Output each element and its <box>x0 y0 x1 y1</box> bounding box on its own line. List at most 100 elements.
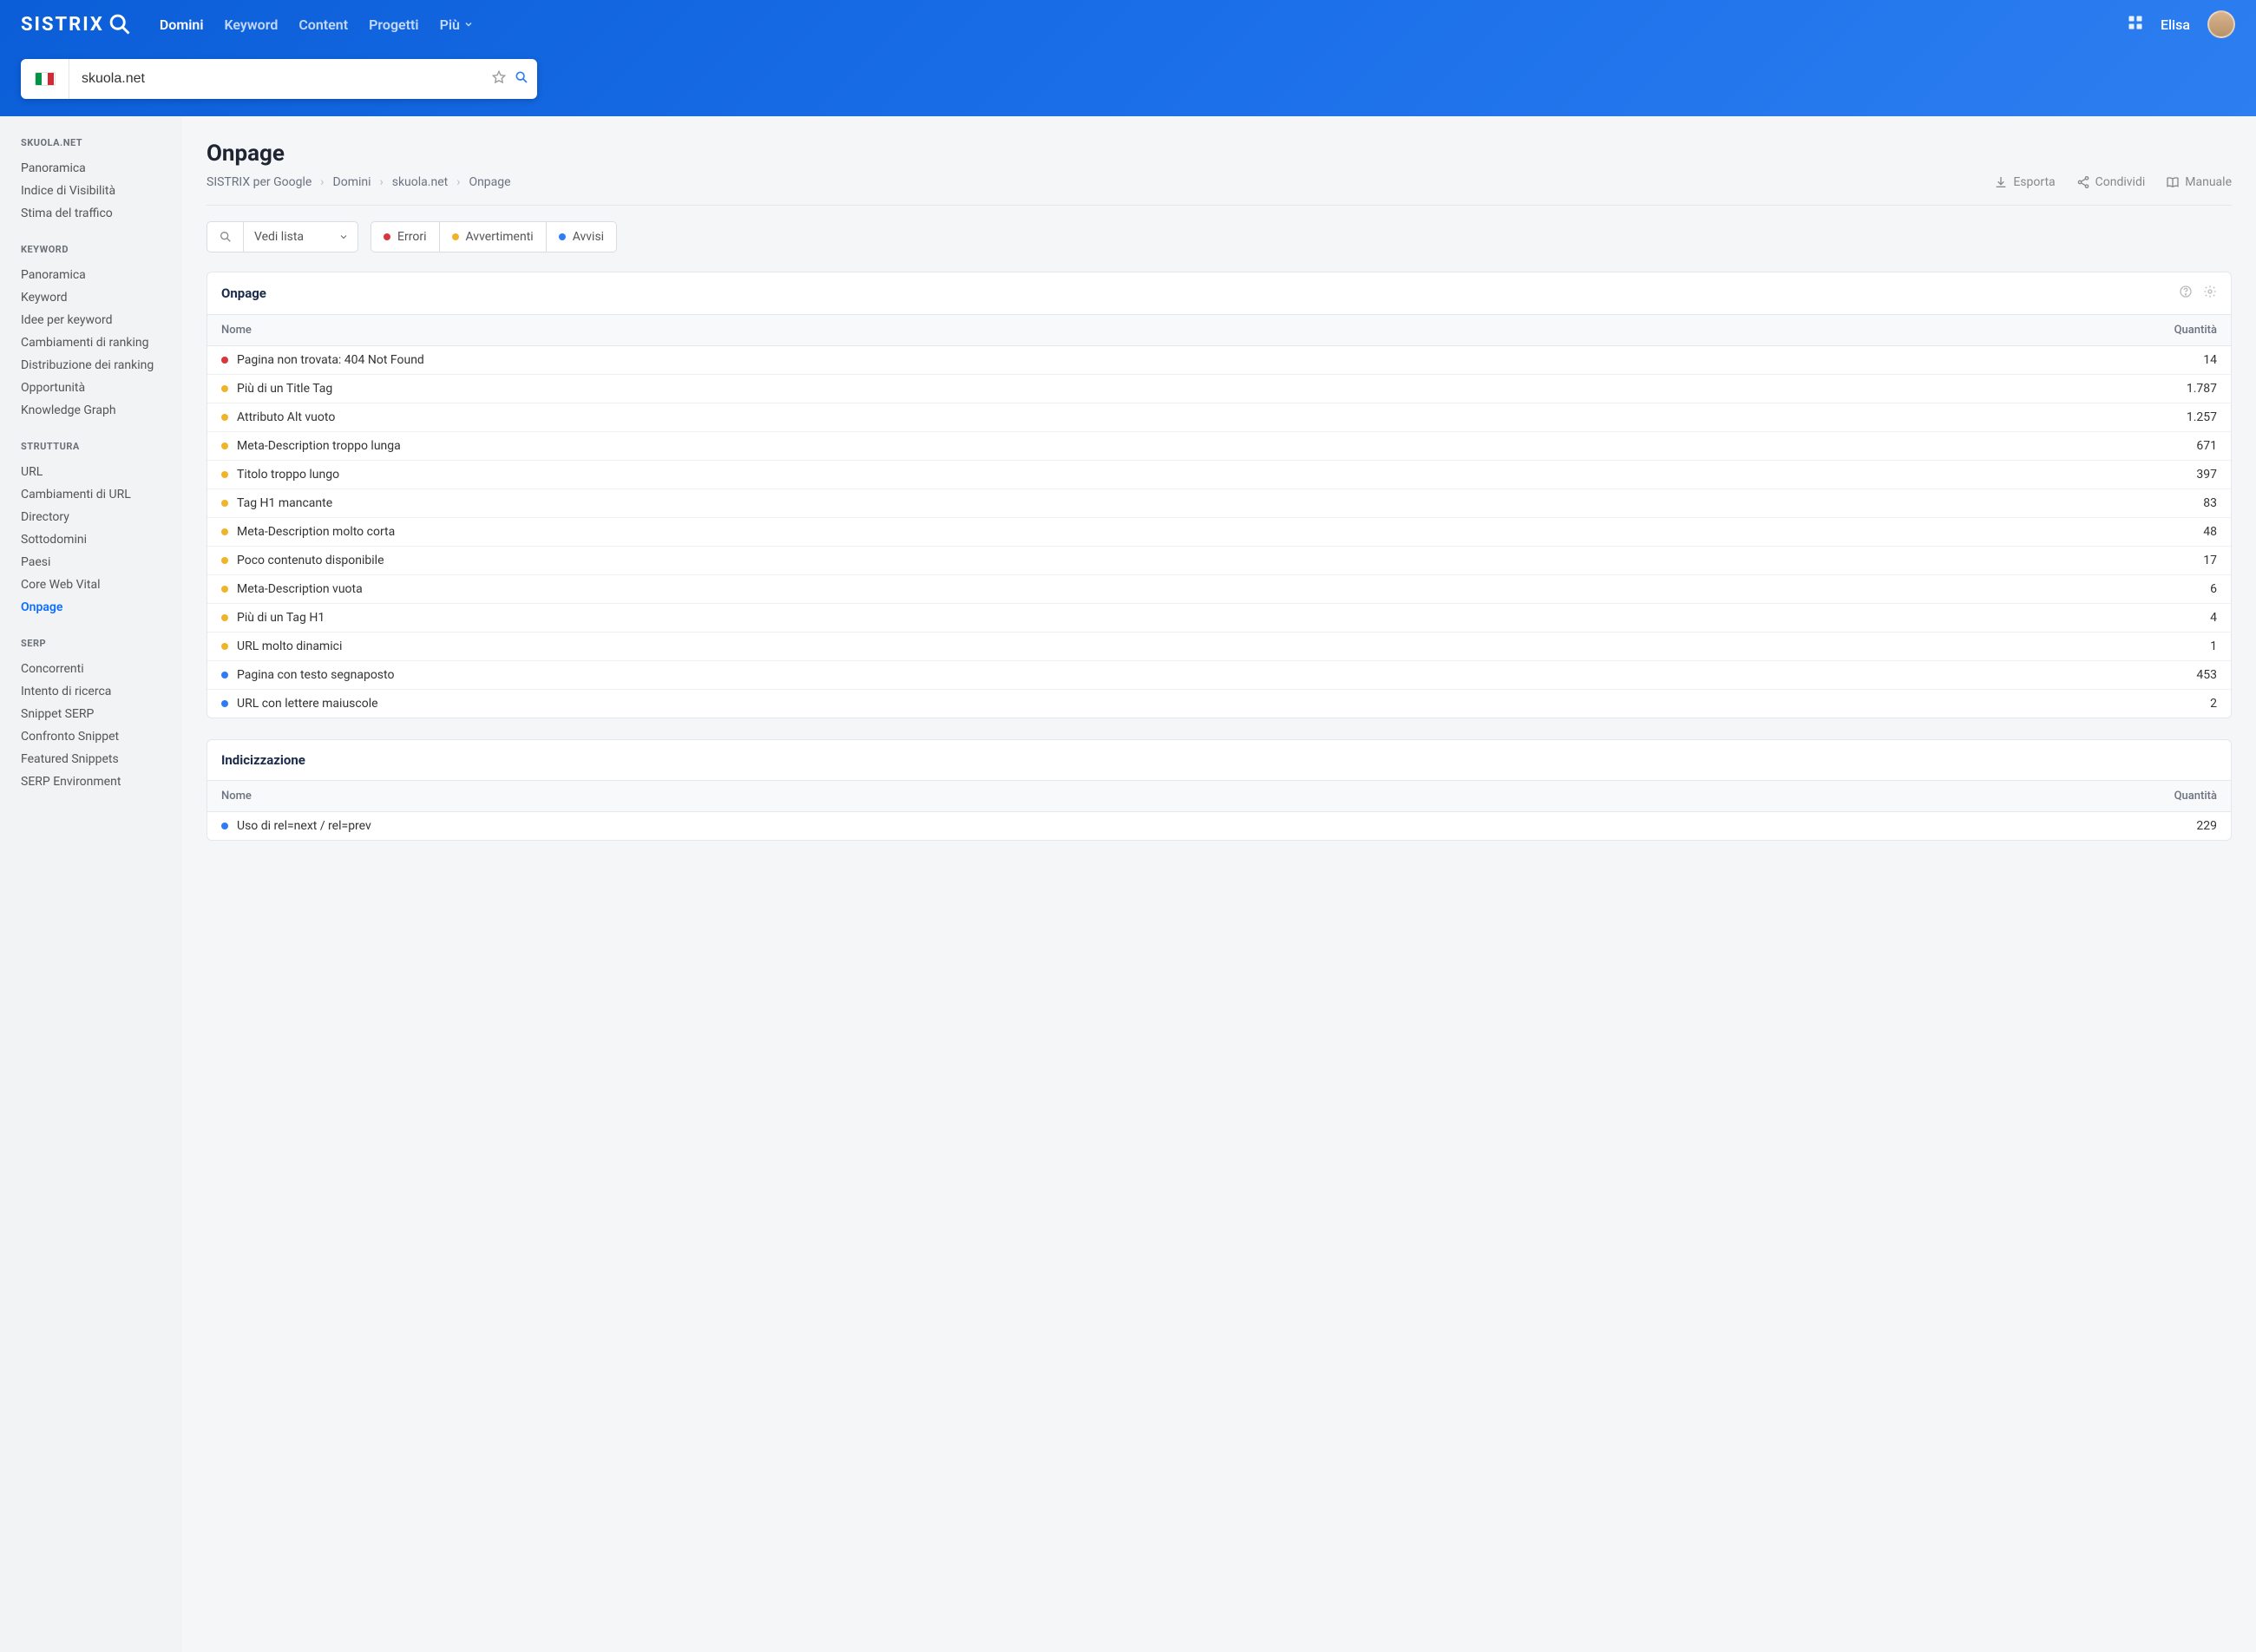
sidebar-item[interactable]: Concorrenti <box>21 658 182 680</box>
table-row[interactable]: URL molto dinamici1 <box>207 633 2231 661</box>
table-row[interactable]: Meta-Description vuota 6 <box>207 575 2231 604</box>
legend-avvertimenti[interactable]: Avvertimenti <box>440 222 547 252</box>
legend-errori[interactable]: Errori <box>371 222 439 252</box>
nav-more[interactable]: Più <box>440 16 474 33</box>
topbar-right: Elisa <box>2128 10 2235 38</box>
search-input[interactable] <box>69 71 492 87</box>
row-qty: 6 <box>2210 582 2217 596</box>
row-name: Pagina non trovata: 404 Not Found <box>237 353 424 367</box>
sidebar-item[interactable]: Stima del traffico <box>21 202 182 225</box>
table-row[interactable]: Pagina con testo segnaposto453 <box>207 661 2231 690</box>
row-name: Meta-Description troppo lunga <box>237 439 401 453</box>
avatar[interactable] <box>2207 10 2235 38</box>
sidebar-section-serp: SERP <box>21 638 182 649</box>
nav-domini[interactable]: Domini <box>160 16 204 33</box>
sidebar-item[interactable]: Intento di ricerca <box>21 680 182 703</box>
sidebar-section-struttura: STRUTTURA <box>21 441 182 452</box>
table-row[interactable]: Uso di rel=next / rel=prev229 <box>207 812 2231 840</box>
manual-button[interactable]: Manuale <box>2166 175 2232 189</box>
breadcrumb-item[interactable]: Domini <box>333 175 371 189</box>
col-qty: Quantità <box>2174 324 2217 337</box>
breadcrumb-item[interactable]: Onpage <box>469 175 510 189</box>
sidebar-item[interactable]: URL <box>21 461 182 483</box>
nav-progetti[interactable]: Progetti <box>369 16 418 33</box>
table-row[interactable]: Tag H1 mancante83 <box>207 489 2231 518</box>
sidebar: SKUOLA.NET PanoramicaIndice di Visibilit… <box>0 116 182 1652</box>
export-button[interactable]: Esporta <box>1994 175 2055 189</box>
sidebar-item[interactable]: Distribuzione dei ranking <box>21 354 182 377</box>
search-submit-icon[interactable] <box>515 70 528 88</box>
dot-warn-icon <box>221 528 228 535</box>
nav: Domini Keyword Content Progetti Più <box>160 16 474 33</box>
table-row[interactable]: Titolo troppo lungo397 <box>207 461 2231 489</box>
logo[interactable]: SISTRIX <box>21 12 132 36</box>
vedi-lista-select[interactable]: Vedi lista <box>244 222 357 252</box>
dot-warn-icon <box>221 414 228 421</box>
table-row[interactable]: Meta-Description molto corta48 <box>207 518 2231 547</box>
row-name: URL con lettere maiuscole <box>237 697 378 711</box>
sidebar-item[interactable]: Paesi <box>21 551 182 574</box>
sidebar-item[interactable]: Core Web Vital <box>21 574 182 596</box>
breadcrumb-item[interactable]: SISTRIX per Google <box>207 175 312 189</box>
row-qty: 48 <box>2203 525 2217 539</box>
vedi-lista-control: Vedi lista <box>207 221 358 252</box>
share-icon <box>2076 175 2090 189</box>
row-qty: 1.787 <box>2187 382 2217 396</box>
sidebar-item[interactable]: Keyword <box>21 286 182 309</box>
row-name: Meta-Description vuota <box>237 582 363 596</box>
nav-keyword[interactable]: Keyword <box>224 16 278 33</box>
top-actions: Esporta Condividi Manuale <box>1994 175 2232 189</box>
user-name[interactable]: Elisa <box>2161 16 2190 33</box>
row-name: Attributo Alt vuoto <box>237 410 335 424</box>
gear-icon[interactable] <box>2203 285 2217 302</box>
table-row[interactable]: Più di un Tag H14 <box>207 604 2231 633</box>
sidebar-item[interactable]: Opportunità <box>21 377 182 399</box>
sidebar-item[interactable]: Directory <box>21 506 182 528</box>
share-button[interactable]: Condividi <box>2076 175 2146 189</box>
nav-content[interactable]: Content <box>298 16 348 33</box>
row-name: Più di un Tag H1 <box>237 611 325 625</box>
chevron-down-icon <box>463 19 474 30</box>
country-flag-italy[interactable] <box>21 59 69 99</box>
dot-warn-icon <box>221 500 228 507</box>
sidebar-item[interactable]: Panoramica <box>21 264 182 286</box>
table-row[interactable]: Poco contenuto disponibile17 <box>207 547 2231 575</box>
sidebar-item[interactable]: Cambiamenti di ranking <box>21 331 182 354</box>
sidebar-item[interactable]: Snippet SERP <box>21 703 182 725</box>
download-icon <box>1994 175 2008 189</box>
sidebar-item[interactable]: Panoramica <box>21 157 182 180</box>
sidebar-item[interactable]: Cambiamenti di URL <box>21 483 182 506</box>
chevron-right-icon: › <box>380 175 384 189</box>
dot-info-icon <box>221 700 228 707</box>
sidebar-item[interactable]: Onpage <box>21 596 182 619</box>
sidebar-item[interactable]: SERP Environment <box>21 770 182 793</box>
table-row[interactable]: Meta-Description troppo lunga671 <box>207 432 2231 461</box>
breadcrumb-item[interactable]: skuola.net <box>392 175 448 189</box>
table-row[interactable]: URL con lettere maiuscole2 <box>207 690 2231 718</box>
sidebar-item[interactable]: Confronto Snippet <box>21 725 182 748</box>
chevron-right-icon: › <box>456 175 460 189</box>
table-row[interactable]: Pagina non trovata: 404 Not Found14 <box>207 346 2231 375</box>
chevron-down-icon <box>338 232 349 242</box>
star-icon[interactable] <box>492 70 506 88</box>
search-icon <box>108 12 132 36</box>
row-qty: 453 <box>2196 668 2217 682</box>
row-qty: 1.257 <box>2187 410 2217 424</box>
table-row[interactable]: Attributo Alt vuoto 1.257 <box>207 403 2231 432</box>
legend-avvisi[interactable]: Avvisi <box>547 222 616 252</box>
apps-icon[interactable] <box>2128 15 2143 34</box>
sidebar-item[interactable]: Indice di Visibilità <box>21 180 182 202</box>
filters-row: Vedi lista Errori Avvertimenti Avvisi <box>207 221 2232 252</box>
dot-info-icon <box>559 233 566 240</box>
table-row[interactable]: Più di un Title Tag1.787 <box>207 375 2231 403</box>
sidebar-item[interactable]: Featured Snippets <box>21 748 182 770</box>
row-qty: 83 <box>2203 496 2217 510</box>
sidebar-item[interactable]: Sottodomini <box>21 528 182 551</box>
sidebar-item[interactable]: Knowledge Graph <box>21 399 182 422</box>
row-name: Poco contenuto disponibile <box>237 554 384 567</box>
search-icon[interactable] <box>207 222 244 252</box>
help-icon[interactable] <box>2179 285 2193 302</box>
breadcrumb: SISTRIX per Google › Domini › skuola.net… <box>207 175 511 189</box>
sidebar-item[interactable]: Idee per keyword <box>21 309 182 331</box>
dot-warn-icon <box>221 471 228 478</box>
